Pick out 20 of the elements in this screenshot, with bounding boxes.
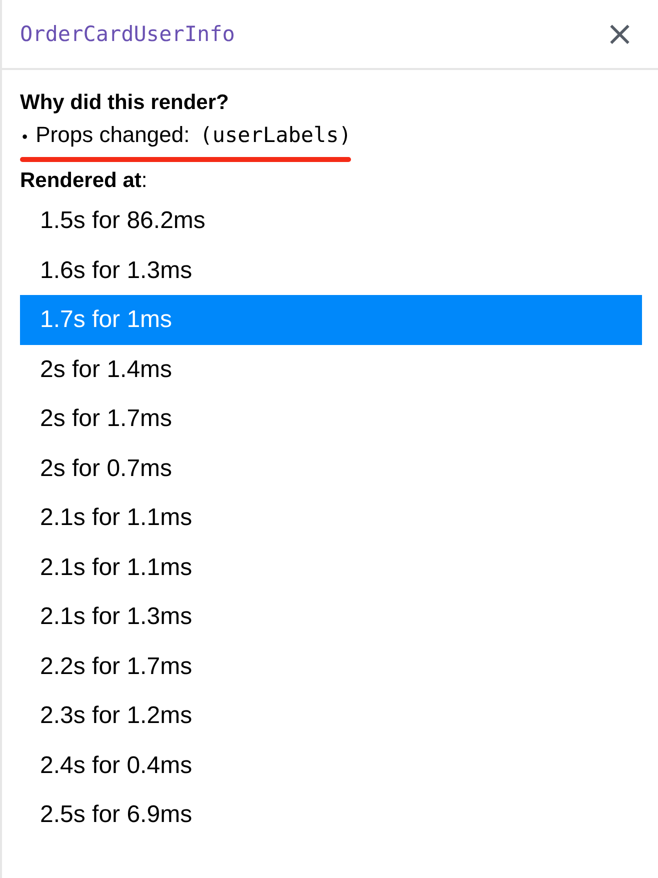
render-item[interactable]: 2.1s for 1.3ms [20, 592, 642, 642]
section-heading: Why did this render? [20, 90, 230, 116]
render-item[interactable]: 2.4s for 0.4ms [20, 740, 642, 790]
section-heading: Rendered at: [20, 168, 148, 194]
reason-label: Props changed: [36, 121, 190, 149]
render-item[interactable]: 2s for 0.7ms [20, 444, 642, 493]
render-item[interactable]: 2.2s for 1.7ms [20, 642, 642, 691]
close-button[interactable]: × [602, 17, 638, 51]
render-item[interactable]: 2s for 1.7ms [20, 394, 642, 444]
render-item[interactable]: 1.7s for 1ms [20, 295, 642, 344]
render-item[interactable]: 2.1s for 1.1ms [20, 493, 642, 542]
component-title: OrderCardUserInfo [20, 22, 235, 46]
render-item[interactable]: 2.5s for 6.9ms [20, 790, 642, 840]
render-item[interactable]: 1.6s for 1.3ms [20, 246, 642, 295]
prop-name: (userLabels) [200, 122, 352, 149]
render-item[interactable]: 2s for 1.4ms [20, 344, 642, 394]
render-item[interactable]: 2.3s for 1.2ms [20, 691, 642, 740]
bullet: • [22, 128, 28, 148]
render-item[interactable]: 1.5s for 86.2ms [20, 196, 642, 246]
render-item[interactable]: 2.1s for 1.1ms [20, 542, 642, 592]
